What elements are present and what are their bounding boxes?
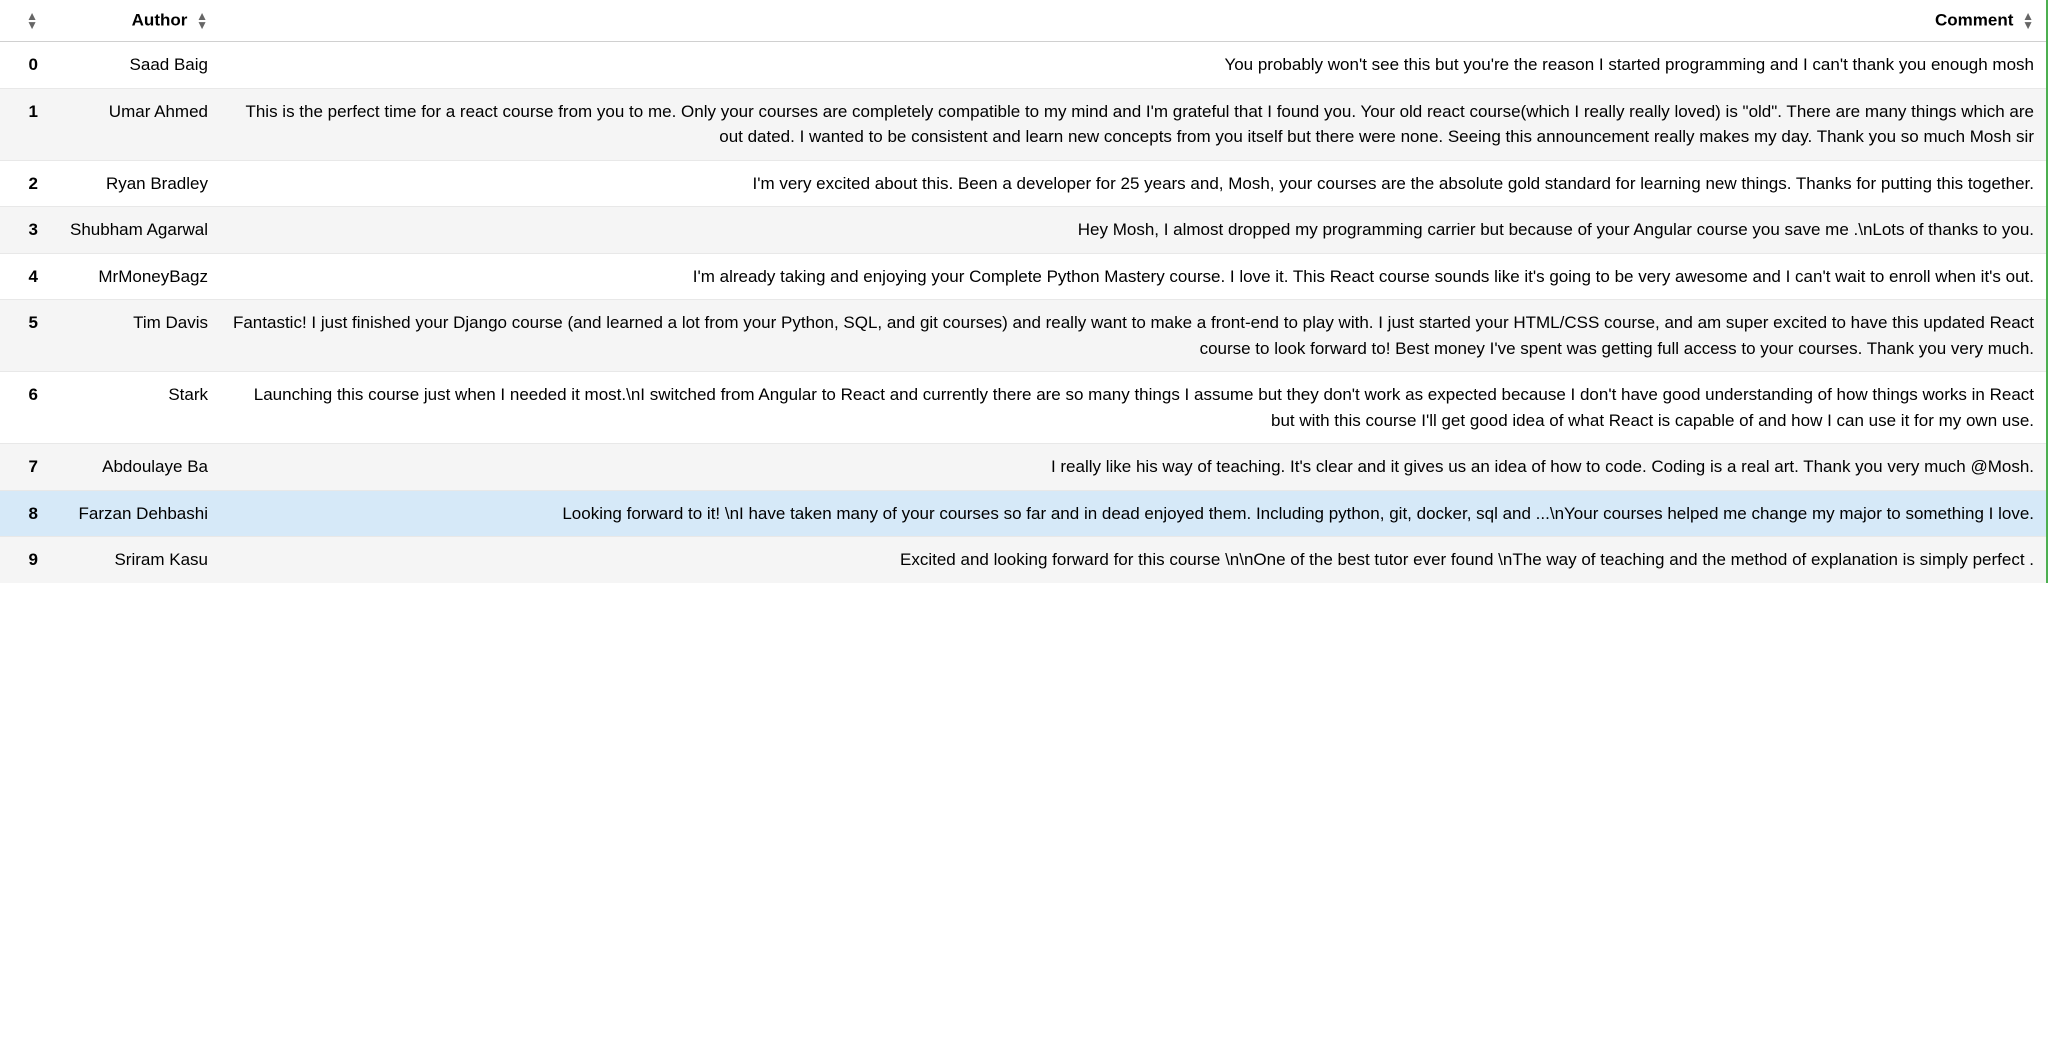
row-author-cell: Shubham Agarwal <box>50 207 220 254</box>
row-author-cell: Farzan Dehbashi <box>50 490 220 537</box>
row-author-cell: Stark <box>50 372 220 444</box>
row-comment-cell: I really like his way of teaching. It's … <box>220 444 2046 491</box>
sort-icon: ▲ ▼ <box>196 10 208 31</box>
row-author-cell: Tim Davis <box>50 300 220 372</box>
column-header-comment-label: Comment <box>1935 11 2013 30</box>
table-row[interactable]: 0Saad BaigYou probably won't see this bu… <box>0 42 2046 89</box>
row-author-cell: Ryan Bradley <box>50 160 220 207</box>
row-comment-cell: Fantastic! I just finished your Django c… <box>220 300 2046 372</box>
row-comment-cell: Launching this course just when I needed… <box>220 372 2046 444</box>
row-comment-cell: This is the perfect time for a react cou… <box>220 88 2046 160</box>
row-comment-cell: Excited and looking forward for this cou… <box>220 537 2046 583</box>
row-index-cell: 2 <box>0 160 50 207</box>
table-row[interactable]: 8Farzan DehbashiLooking forward to it! \… <box>0 490 2046 537</box>
row-index-cell: 7 <box>0 444 50 491</box>
table-body: 0Saad BaigYou probably won't see this bu… <box>0 42 2046 583</box>
table-row[interactable]: 2Ryan BradleyI'm very excited about this… <box>0 160 2046 207</box>
data-table-container: ▲ ▼ Author ▲ ▼ Comment ▲ ▼ <box>0 0 2048 583</box>
row-index-cell: 3 <box>0 207 50 254</box>
row-index-cell: 6 <box>0 372 50 444</box>
row-author-cell: Sriram Kasu <box>50 537 220 583</box>
column-header-author[interactable]: Author ▲ ▼ <box>50 0 220 42</box>
table-row[interactable]: 4MrMoneyBagzI'm already taking and enjoy… <box>0 253 2046 300</box>
table-row[interactable]: 6StarkLaunching this course just when I … <box>0 372 2046 444</box>
column-header-index[interactable]: ▲ ▼ <box>0 0 50 42</box>
row-comment-cell: I'm already taking and enjoying your Com… <box>220 253 2046 300</box>
table-row[interactable]: 3Shubham AgarwalHey Mosh, I almost dropp… <box>0 207 2046 254</box>
column-header-author-label: Author <box>132 11 188 30</box>
row-comment-cell: I'm very excited about this. Been a deve… <box>220 160 2046 207</box>
table-row[interactable]: 9Sriram KasuExcited and looking forward … <box>0 537 2046 583</box>
row-author-cell: Saad Baig <box>50 42 220 89</box>
row-index-cell: 5 <box>0 300 50 372</box>
row-comment-cell: You probably won't see this but you're t… <box>220 42 2046 89</box>
sort-icon: ▲ ▼ <box>26 10 38 31</box>
table-row[interactable]: 7Abdoulaye BaI really like his way of te… <box>0 444 2046 491</box>
row-index-cell: 0 <box>0 42 50 89</box>
row-author-cell: Umar Ahmed <box>50 88 220 160</box>
row-index-cell: 8 <box>0 490 50 537</box>
row-index-cell: 4 <box>0 253 50 300</box>
table-row[interactable]: 5Tim DavisFantastic! I just finished you… <box>0 300 2046 372</box>
sort-icon: ▲ ▼ <box>2022 10 2034 31</box>
row-author-cell: MrMoneyBagz <box>50 253 220 300</box>
data-table: ▲ ▼ Author ▲ ▼ Comment ▲ ▼ <box>0 0 2046 583</box>
row-index-cell: 9 <box>0 537 50 583</box>
row-comment-cell: Hey Mosh, I almost dropped my programmin… <box>220 207 2046 254</box>
column-header-comment[interactable]: Comment ▲ ▼ <box>220 0 2046 42</box>
table-header-row: ▲ ▼ Author ▲ ▼ Comment ▲ ▼ <box>0 0 2046 42</box>
row-comment-cell: Looking forward to it! \nI have taken ma… <box>220 490 2046 537</box>
row-index-cell: 1 <box>0 88 50 160</box>
row-author-cell: Abdoulaye Ba <box>50 444 220 491</box>
table-row[interactable]: 1Umar AhmedThis is the perfect time for … <box>0 88 2046 160</box>
